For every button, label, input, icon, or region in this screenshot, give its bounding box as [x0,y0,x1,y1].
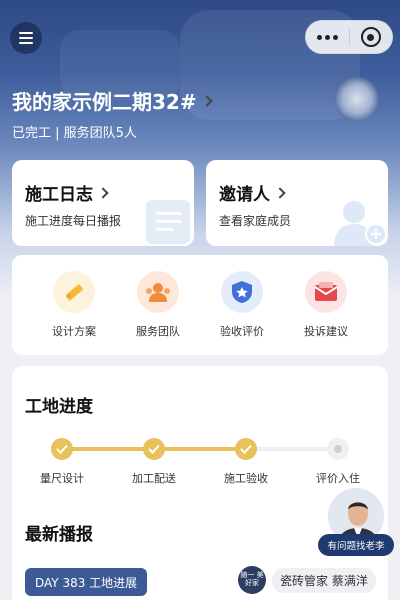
complaint-button[interactable]: 投诉建议 [284,271,368,339]
progress-step-pending [327,438,349,460]
progress-step-label: 量尺设计 [40,472,84,485]
dot-icon [317,34,322,40]
progress-step-label: 加工配送 [132,472,176,485]
quick-actions: 设计方案 服务团队 验收评价 投诉建议 [12,255,388,355]
progress-step-done [143,438,165,460]
dot-icon [333,34,338,40]
construction-log-title: 施工日志 [25,185,93,205]
project-title-text: 我的家示例二期32# [12,90,197,114]
complaint-label: 投诉建议 [304,325,348,338]
design-plan-button[interactable]: 设计方案 [32,271,116,339]
construction-log-subtitle: 施工进度每日播报 [25,214,122,228]
service-team-label: 服务团队 [136,325,180,338]
close-miniprogram-button[interactable] [350,27,392,47]
chevron-right-icon [97,186,109,199]
design-ruler-icon [53,271,95,313]
checkmark-icon [56,444,68,454]
manager-name: 瓷砖管家 蔡满洋 [272,567,376,593]
hamburger-icon [19,32,33,44]
acceptance-review-button[interactable]: 验收评价 [200,271,284,339]
invite-subtitle: 查看家庭成员 [219,214,292,228]
dot-icon [325,34,330,40]
progress-track-done [62,447,154,451]
news-manager: 随一 美好家 瓷砖管家 蔡满洋 [238,566,376,594]
shield-star-icon [221,271,263,313]
card-title: 施工日志 [25,180,109,205]
floating-assist-orb[interactable] [334,76,380,122]
latest-news-title: 最新播报 [25,525,93,545]
checkmark-icon [240,444,252,454]
checkmark-icon [148,444,160,454]
progress-step-label: 评价入住 [316,472,360,485]
mail-icon [305,271,347,313]
target-icon [360,27,381,47]
chevron-right-icon [200,94,213,107]
invite-title: 邀请人 [219,185,270,205]
construction-log-card[interactable]: 施工日志 施工进度每日播报 [12,160,194,246]
progress-step-done [235,438,257,460]
document-icon [146,200,190,244]
invite-card[interactable]: 邀请人 查看家庭成员 [206,160,388,246]
menu-button[interactable] [10,22,42,54]
ask-advisor-button[interactable]: 有问题找老李 [318,534,394,556]
project-title[interactable]: 我的家示例二期32# [12,86,213,115]
brand-logo: 随一 美好家 [238,566,266,594]
service-team-button[interactable]: 服务团队 [116,271,200,339]
acceptance-review-label: 验收评价 [220,325,264,338]
progress-track-pending [246,447,338,451]
progress-step-label: 施工验收 [224,472,268,485]
add-user-icon [334,201,387,246]
site-progress-title: 工地进度 [25,397,93,417]
news-day-tag[interactable]: DAY 383 工地进展 [25,568,148,596]
pending-dot-icon [334,445,342,453]
team-icon [137,271,179,313]
progress-step-done [51,438,73,460]
miniprogram-capsule [305,20,393,54]
site-progress-card: 工地进度 量尺设计 加工配送 施工验收 评价入住 最新播报 [12,366,388,600]
project-status: 已完工 | 服务团队5人 [12,126,137,141]
advisor-float[interactable]: 有问题找老李 [318,486,394,558]
more-options-button[interactable] [306,34,349,40]
progress-track-done [154,447,246,451]
card-title: 邀请人 [219,180,286,205]
chevron-right-icon [274,186,286,199]
design-plan-label: 设计方案 [52,325,96,338]
